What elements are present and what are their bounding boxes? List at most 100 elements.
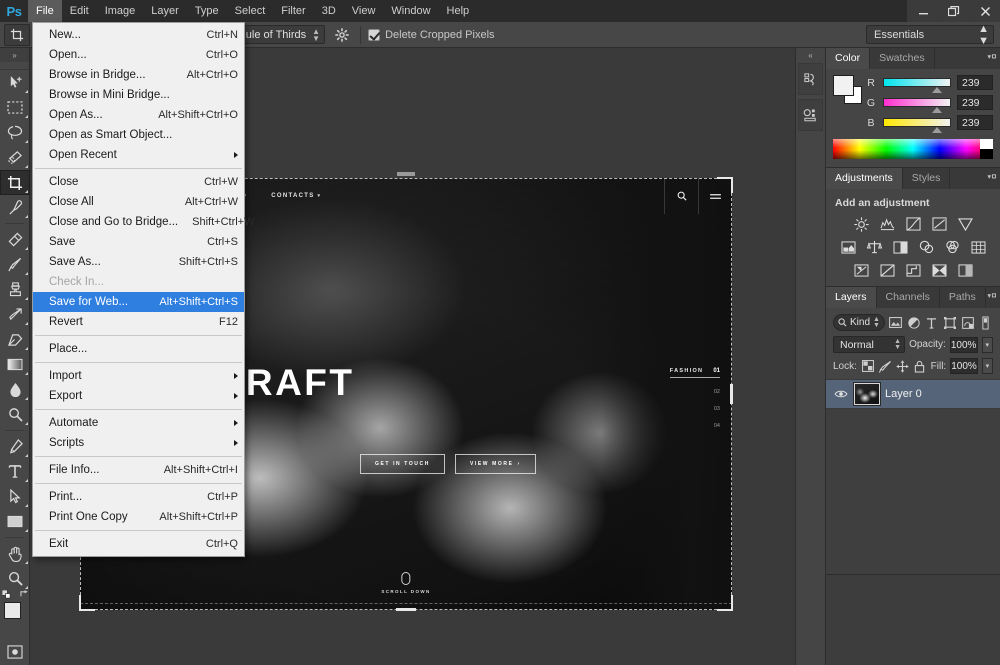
black-white-swatches[interactable] bbox=[980, 139, 993, 159]
tab-swatches[interactable]: Swatches bbox=[870, 48, 935, 69]
crop-handle-right-center[interactable] bbox=[730, 384, 733, 404]
crop-handle-top-center[interactable] bbox=[397, 172, 415, 176]
menu-layer[interactable]: Layer bbox=[143, 0, 187, 22]
clone-stamp-tool[interactable] bbox=[0, 277, 30, 302]
black-white-icon[interactable] bbox=[892, 239, 909, 255]
menu-view[interactable]: View bbox=[344, 0, 384, 22]
channel-slider-r[interactable] bbox=[883, 78, 951, 93]
active-tool-preset[interactable] bbox=[4, 23, 30, 46]
pen-tool[interactable] bbox=[0, 434, 30, 459]
menu-item-print[interactable]: Print... Ctrl+P bbox=[33, 487, 244, 507]
brush-tool[interactable] bbox=[0, 252, 30, 277]
menu-item-save-as[interactable]: Save As... Shift+Ctrl+S bbox=[33, 252, 244, 272]
menu-filter[interactable]: Filter bbox=[273, 0, 313, 22]
rectangle-tool[interactable] bbox=[0, 509, 30, 534]
color-panel-swatches[interactable] bbox=[833, 75, 862, 105]
hand-tool[interactable] bbox=[0, 541, 30, 566]
white-swatch[interactable] bbox=[980, 139, 993, 149]
menu-item-browse-in-bridge[interactable]: Browse in Bridge... Alt+Ctrl+O bbox=[33, 65, 244, 85]
menu-item-new[interactable]: New... Ctrl+N bbox=[33, 25, 244, 45]
slider-thumb[interactable] bbox=[932, 87, 942, 93]
filter-type-icon[interactable] bbox=[925, 315, 939, 331]
crop-handle-top-right[interactable] bbox=[717, 177, 733, 193]
crop-handle-bottom-center[interactable] bbox=[396, 608, 416, 611]
menu-item-save-for-web[interactable]: Save for Web... Alt+Shift+Ctrl+S bbox=[33, 292, 244, 312]
menu-image[interactable]: Image bbox=[97, 0, 144, 22]
menu-item-place[interactable]: Place... bbox=[33, 339, 244, 359]
posterize-icon[interactable] bbox=[879, 262, 896, 278]
tab-channels[interactable]: Channels bbox=[876, 287, 940, 308]
spot-healing-tool[interactable] bbox=[0, 227, 30, 252]
color-lookup-icon[interactable] bbox=[970, 239, 987, 255]
blend-mode-select[interactable]: Normal ▲ ▼ bbox=[833, 336, 906, 353]
scroll-down-indicator[interactable]: SCROLL DOWN bbox=[381, 572, 430, 594]
menu-item-close-and-go-to-bridge[interactable]: Close and Go to Bridge... Shift+Ctrl+W bbox=[33, 212, 255, 232]
tab-styles[interactable]: Styles bbox=[902, 168, 951, 189]
menu-help[interactable]: Help bbox=[439, 0, 478, 22]
foreground-color-chip[interactable] bbox=[833, 75, 854, 96]
lock-position-icon[interactable] bbox=[896, 358, 909, 374]
site-nav-item-contacts[interactable]: CONTACTS ▾ bbox=[271, 193, 321, 199]
menu-item-open-recent[interactable]: Open Recent bbox=[33, 145, 244, 165]
vibrance-icon[interactable] bbox=[957, 216, 974, 232]
slide-current[interactable]: FASHION 01 bbox=[669, 368, 720, 378]
slide-number-02[interactable]: 02 bbox=[670, 389, 720, 395]
menu-item-scripts[interactable]: Scripts bbox=[33, 433, 244, 453]
lock-image-pixels-icon[interactable] bbox=[878, 358, 891, 374]
curves-icon[interactable] bbox=[905, 216, 922, 232]
hue-saturation-icon[interactable] bbox=[840, 239, 857, 255]
foreground-color-swatch[interactable] bbox=[4, 602, 21, 619]
menu-item-import[interactable]: Import bbox=[33, 366, 244, 386]
slide-number-03[interactable]: 03 bbox=[670, 406, 720, 412]
filter-smart-object-icon[interactable] bbox=[961, 315, 975, 331]
fill-value[interactable]: 100% bbox=[950, 358, 978, 374]
menu-item-file-info[interactable]: File Info... Alt+Shift+Ctrl+I bbox=[33, 460, 244, 480]
color-swatches-tool[interactable] bbox=[0, 590, 30, 633]
channel-value-b[interactable]: 239 bbox=[957, 115, 993, 130]
channel-slider-g[interactable] bbox=[883, 98, 951, 113]
properties-panel-icon[interactable] bbox=[799, 100, 822, 130]
restore-button[interactable] bbox=[938, 0, 969, 22]
lasso-tool[interactable] bbox=[0, 120, 30, 145]
menu-item-open-as[interactable]: Open As... Alt+Shift+Ctrl+O bbox=[33, 105, 244, 125]
menu-item-close[interactable]: Close Ctrl+W bbox=[33, 172, 244, 192]
channel-slider-b[interactable] bbox=[883, 118, 951, 133]
layer-row-0[interactable]: Layer 0 bbox=[826, 379, 1000, 409]
selective-color-icon[interactable] bbox=[957, 262, 974, 278]
tab-adjustments[interactable]: Adjustments bbox=[826, 168, 903, 189]
menu-edit[interactable]: Edit bbox=[62, 0, 97, 22]
menu-select[interactable]: Select bbox=[227, 0, 274, 22]
workspace-select[interactable]: Essentials ▲ ▼ bbox=[866, 23, 994, 47]
history-panel-icon[interactable] bbox=[799, 64, 822, 94]
move-tool[interactable] bbox=[0, 70, 30, 95]
history-brush-tool[interactable] bbox=[0, 302, 30, 327]
dock-collapse-icon[interactable]: « bbox=[796, 48, 825, 63]
color-panel-menu-button[interactable] bbox=[987, 53, 996, 62]
path-selection-tool[interactable] bbox=[0, 484, 30, 509]
levels-icon[interactable] bbox=[879, 216, 896, 232]
crop-handle-bottom-right[interactable] bbox=[717, 595, 733, 611]
brightness-contrast-icon[interactable] bbox=[853, 216, 870, 232]
menu-item-browse-in-mini-bridge[interactable]: Browse in Mini Bridge... bbox=[33, 85, 244, 105]
color-balance-icon[interactable] bbox=[866, 239, 883, 255]
filter-pixel-icon[interactable] bbox=[889, 315, 903, 331]
photo-filter-icon[interactable] bbox=[918, 239, 935, 255]
get-in-touch-button[interactable]: GET IN TOUCH bbox=[360, 454, 445, 474]
adjustments-panel-menu-button[interactable] bbox=[987, 173, 996, 182]
fill-dropdown-arrow[interactable]: ▾ bbox=[981, 358, 994, 374]
opacity-dropdown-arrow[interactable]: ▾ bbox=[981, 336, 993, 353]
crop-tool[interactable] bbox=[0, 170, 30, 195]
channel-mixer-icon[interactable] bbox=[944, 239, 961, 255]
menu-item-save[interactable]: Save Ctrl+S bbox=[33, 232, 244, 252]
color-spectrum-ramp[interactable] bbox=[833, 139, 993, 159]
gradient-tool[interactable] bbox=[0, 352, 30, 377]
crop-handle-bottom-left[interactable] bbox=[79, 595, 95, 611]
invert-icon[interactable] bbox=[853, 262, 870, 278]
minimize-button[interactable] bbox=[907, 0, 938, 22]
file-menu-dropdown[interactable]: New... Ctrl+N Open... Ctrl+O Browse in B… bbox=[32, 22, 255, 557]
eyedropper-tool[interactable] bbox=[0, 195, 30, 220]
menu-item-revert[interactable]: Revert F12 bbox=[33, 312, 244, 332]
layer-filter-kind-select[interactable]: Kind ▲ ▼ bbox=[833, 314, 885, 331]
layer-visibility-eye-icon[interactable] bbox=[833, 386, 849, 402]
menu-3d[interactable]: 3D bbox=[314, 0, 344, 22]
